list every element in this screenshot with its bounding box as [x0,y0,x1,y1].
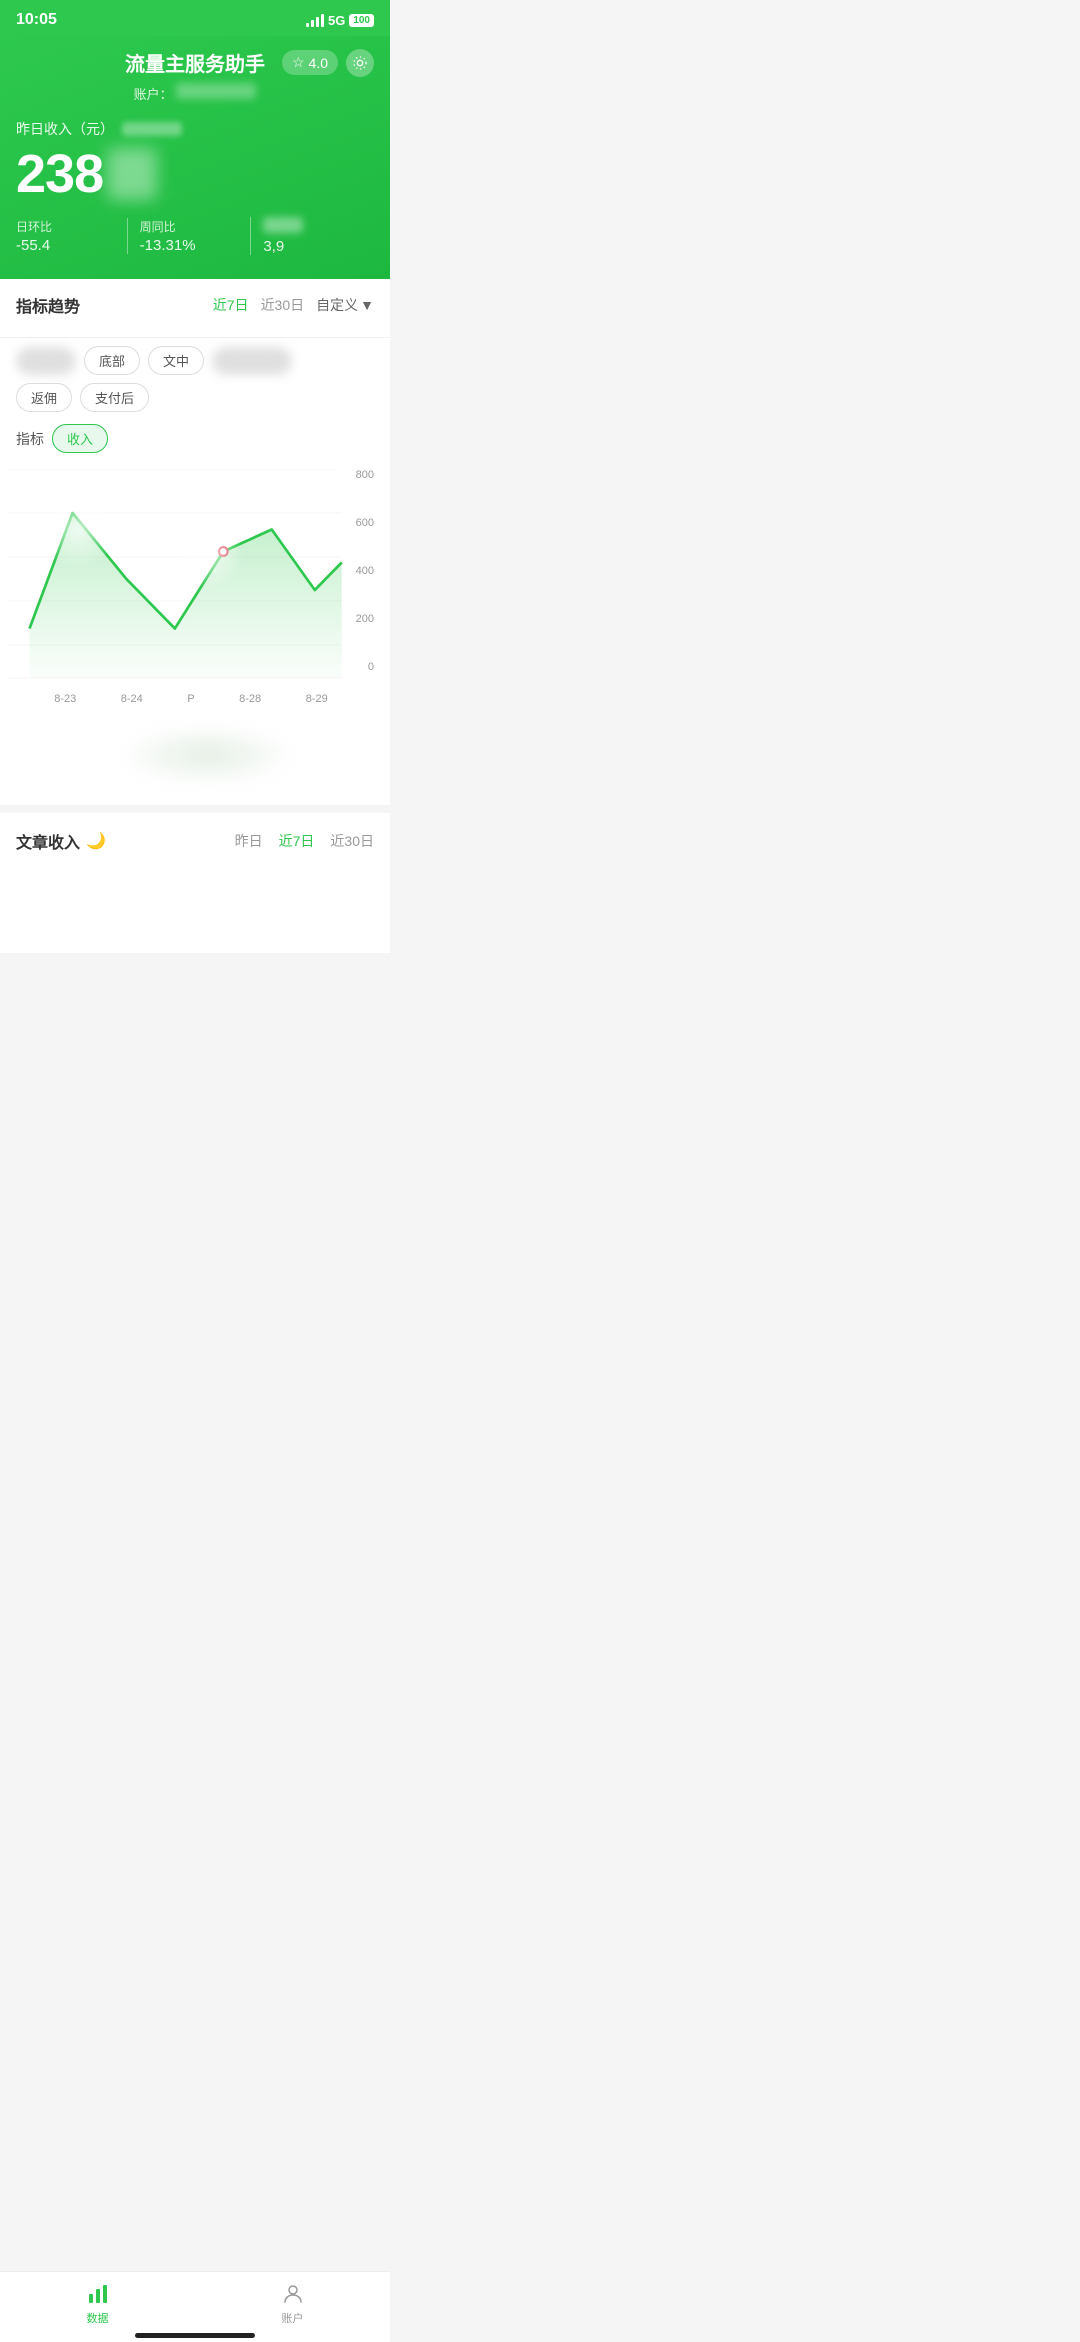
camera-icon[interactable] [346,49,374,77]
income-value-blur [107,148,157,200]
week-compare-value: -13.31% [140,237,239,254]
y-label-600: 600 [344,517,374,529]
trend-tabs: 近7日 近30日 自定义 ▼ [213,295,374,315]
filter-row-1: 底部 文中 [16,346,374,375]
chevron-down-icon: ▼ [360,297,374,313]
moon-icon: 🌙 [86,831,106,851]
article-tab-7days[interactable]: 近7日 [279,831,315,851]
week-compare-stat: 周同比 -13.31% [127,218,251,254]
x-label-823: 8-23 [54,693,76,705]
metric-label: 指标 [16,429,44,449]
app-title: 流量主服务助手 [125,48,265,77]
income-value: 238 [16,143,103,205]
stats-row: 日环比 -55.4 周同比 -13.31% 3,9 [16,217,374,255]
battery-badge: 100 [349,14,374,27]
status-bar: 10:05 5G 100 [0,0,390,36]
rating-value: 4.0 [309,55,328,71]
network-label: 5G [328,13,345,28]
rating-badge[interactable]: ☆ 4.0 [282,50,338,75]
tab-30days[interactable]: 近30日 [261,295,305,315]
x-label-828: 8-28 [239,693,261,705]
status-icons: 5G 100 [306,13,374,28]
article-section: 文章收入 🌙 昨日 近7日 近30日 [0,805,390,873]
article-header: 文章收入 🌙 昨日 近7日 近30日 [16,829,374,853]
account-value-blur [176,83,256,99]
nav-item-account[interactable]: 账户 [195,2280,390,2326]
chart-icon [84,2280,112,2308]
chart-y-labels: 800 600 400 200 0 [344,469,374,689]
trend-header: 指标趋势 近7日 近30日 自定义 ▼ [16,293,374,317]
chart-x-labels: 8-23 8-24 P 8-28 8-29 [8,689,374,709]
week-compare-label: 周同比 [140,218,239,235]
blur-overlay-bottom [117,725,297,785]
x-label-p: P [187,693,194,705]
filter-blur-1 [16,347,76,375]
tab-7days[interactable]: 近7日 [213,295,249,315]
filter-row-2: 返佣 支付后 [16,383,374,412]
star-icon: ☆ [292,54,305,71]
third-stat: 3,9 [250,217,374,255]
account-label: 账户： [134,87,173,102]
chart-svg [8,469,374,689]
income-amount: 238 [16,143,374,205]
x-label-824: 8-24 [121,693,143,705]
metric-income-tag[interactable]: 收入 [52,424,108,453]
article-tabs: 昨日 近7日 近30日 [235,831,374,851]
filter-tag-wenzhong[interactable]: 文中 [148,346,204,375]
filter-section: 底部 文中 返佣 支付后 [0,338,390,412]
status-time: 10:05 [16,11,57,29]
filter-tag-dib[interactable]: 底部 [84,346,140,375]
income-section: 昨日收入（元） 238 [16,119,374,205]
trend-title: 指标趋势 [16,293,80,317]
account-info: 账户： [16,83,374,103]
day-compare-label: 日环比 [16,218,115,235]
third-stat-value: 3,9 [263,238,362,255]
filter-tag-zhifuhou[interactable]: 支付后 [80,383,149,412]
nav-item-data[interactable]: 数据 [0,2280,195,2326]
trend-section: 指标趋势 近7日 近30日 自定义 ▼ [0,277,390,338]
article-tab-yesterday[interactable]: 昨日 [235,831,263,851]
tab-custom[interactable]: 自定义 ▼ [316,295,374,315]
home-indicator [135,2333,255,2338]
header-rating: ☆ 4.0 [282,49,374,77]
chart-container: 800 600 400 200 0 8-23 8-24 P 8-28 8-29 [0,461,390,717]
y-label-800: 800 [344,469,374,481]
y-label-200: 200 [344,613,374,625]
main-content: 指标趋势 近7日 近30日 自定义 ▼ 底部 文中 返佣 支付后 指 [0,277,390,953]
day-compare-value: -55.4 [16,237,115,254]
header-top: 流量主服务助手 ☆ 4.0 [16,48,374,77]
chart-wrapper: 800 600 400 200 0 8-23 8-24 P 8-28 8-29 [0,461,390,797]
chart-area: 800 600 400 200 0 [8,469,374,689]
header-section: 流量主服务助手 ☆ 4.0 账户： 昨日收入（元） 238 [0,36,390,279]
income-label-blur [122,122,182,136]
income-label: 昨日收入（元） [16,119,374,139]
filter-blur-2 [212,347,292,375]
y-label-0: 0 [344,661,374,673]
rite-blur-area [0,717,390,797]
signal-icon [306,13,324,27]
article-title: 文章收入 🌙 [16,829,106,853]
day-compare-stat: 日环比 -55.4 [16,218,127,254]
metric-row: 指标 收入 [0,420,390,461]
third-stat-label [263,217,362,236]
x-label-829: 8-29 [306,693,328,705]
filter-tag-fanyong[interactable]: 返佣 [16,383,72,412]
y-label-400: 400 [344,565,374,577]
account-icon [279,2280,307,2308]
income-label-text: 昨日收入（元） [16,119,114,139]
article-tab-30days[interactable]: 近30日 [330,831,374,851]
